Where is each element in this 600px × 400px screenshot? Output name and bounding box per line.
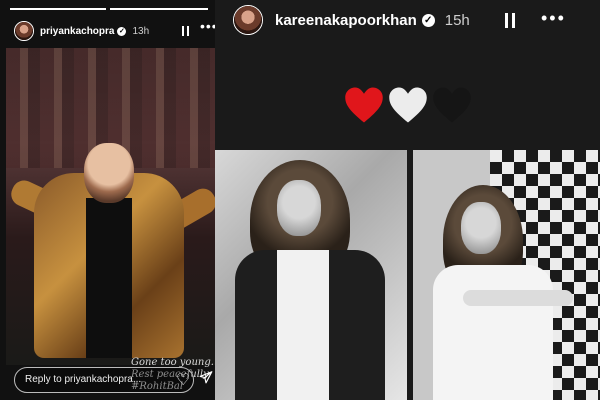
story-header: kareenakapoorkhan ✓ 15h •••: [233, 4, 600, 36]
timestamp: 15h: [444, 11, 470, 29]
photo-head: [84, 143, 134, 203]
photo-shirt: [433, 265, 553, 400]
heart-shape: [432, 87, 471, 123]
timestamp: 13h: [132, 25, 150, 37]
photo-shirt: [86, 198, 132, 358]
verified-badge-icon: ✓: [421, 13, 435, 27]
progress-bar-1: [10, 8, 106, 10]
username[interactable]: priyankachopra: [40, 26, 114, 37]
send-icon[interactable]: [199, 370, 213, 389]
story-left[interactable]: priyankachopra ✓ 13h ••• Gone too young.…: [0, 0, 215, 400]
photo-face: [277, 180, 321, 236]
story-photo-1: [215, 150, 407, 400]
photo-face: [461, 202, 501, 254]
pause-icon[interactable]: [505, 13, 515, 28]
pause-icon[interactable]: [182, 26, 189, 36]
reply-input[interactable]: Reply to priyankachopra...: [14, 367, 194, 393]
username[interactable]: kareenakapoorkhan: [275, 12, 417, 29]
emoji-row: [215, 85, 600, 125]
black-heart-icon: [432, 85, 472, 125]
avatar[interactable]: [14, 21, 34, 41]
story-photo: [6, 48, 215, 365]
verified-badge-icon: ✓: [117, 26, 127, 36]
white-heart-icon: [388, 85, 428, 125]
photo-arm: [463, 290, 573, 306]
heart-shape: [344, 87, 383, 123]
more-icon[interactable]: •••: [541, 8, 566, 29]
progress-bar-2: [110, 8, 208, 10]
avatar[interactable]: [233, 5, 263, 35]
story-right[interactable]: kareenakapoorkhan ✓ 15h •••: [215, 0, 600, 400]
story-header: priyankachopra ✓ 13h •••: [14, 18, 215, 42]
heart-shape: [388, 87, 427, 123]
heart-icon[interactable]: ♡: [176, 370, 190, 390]
more-icon[interactable]: •••: [200, 18, 215, 34]
red-heart-icon: [344, 85, 384, 125]
story-photo-2: [413, 150, 600, 400]
photo-shirt: [277, 250, 329, 400]
